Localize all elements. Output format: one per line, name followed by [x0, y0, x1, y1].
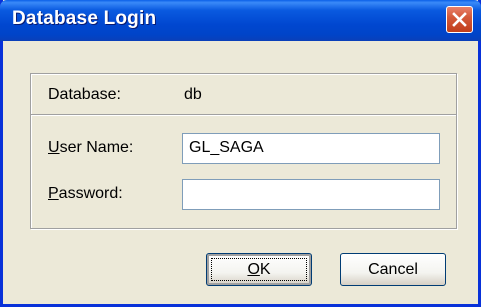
username-label: User Name: — [48, 139, 134, 156]
title-bar[interactable]: Database Login — [0, 0, 481, 41]
database-value: db — [184, 86, 202, 103]
ok-button[interactable]: OK — [206, 253, 312, 286]
cancel-button[interactable]: Cancel — [340, 253, 446, 286]
database-login-dialog: Database Login Database: db User Name: G… — [0, 0, 481, 307]
password-label: Password: — [48, 185, 123, 202]
credentials-group — [30, 114, 457, 229]
password-input[interactable] — [182, 179, 440, 210]
username-input[interactable]: GL_SAGA — [182, 133, 440, 164]
window-title: Database Login — [12, 8, 157, 29]
close-button[interactable] — [446, 6, 473, 33]
focus-rect — [211, 258, 307, 281]
close-icon — [452, 12, 467, 27]
database-label: Database: — [48, 86, 121, 103]
